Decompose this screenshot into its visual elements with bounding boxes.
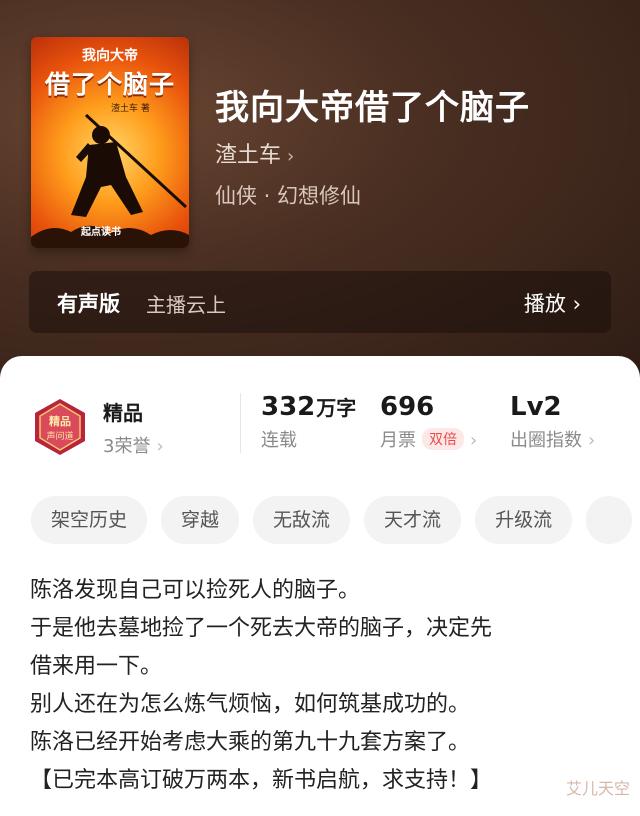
double-badge: 双倍 xyxy=(422,428,464,450)
tag-chip[interactable]: 架空历史 xyxy=(31,496,148,544)
tag-chip[interactable]: 无敌流 xyxy=(253,496,351,544)
quality-badge-icon[interactable]: 精品 声问道 xyxy=(30,397,90,457)
book-title: 我向大帝借了个脑子 xyxy=(215,88,530,128)
cover-author: 渣土车 著 xyxy=(111,104,150,114)
monthly-ticket-value: 696 xyxy=(380,392,435,422)
popularity-level: Lv2 xyxy=(510,392,562,422)
description-line: 陈洛已经开始考虑大乘的第九十九套方案了。 xyxy=(30,730,471,755)
cover-publisher: 起点读书 xyxy=(81,227,121,238)
cover-title-big: 借了个脑子 xyxy=(44,70,175,99)
chevron-right-icon: › xyxy=(156,436,164,457)
divider xyxy=(240,393,241,453)
description-line: 借来用一下。 xyxy=(30,654,163,679)
tag-chip[interactable]: 天才流 xyxy=(364,496,462,544)
tag-list: 架空历史 穿越 无敌流 天才流 升级流 xyxy=(31,496,640,544)
quality-label: 精品 xyxy=(103,401,143,425)
stat-monthly-tickets[interactable]: 696 月票 双倍 › xyxy=(380,392,477,452)
description-line: 别人还在为怎么炼气烦恼，如何筑基成功的。 xyxy=(30,692,471,717)
tag-chip[interactable]: 升级流 xyxy=(475,496,573,544)
play-button[interactable]: 播放 › xyxy=(524,288,581,318)
book-description[interactable]: 陈洛发现自己可以捡死人的脑子。 于是他去墓地捡了一个死去大帝的脑子，决定先 借来… xyxy=(30,572,630,800)
honors-link[interactable]: 3荣誉 › xyxy=(103,432,164,458)
audio-version-bar[interactable]: 有声版 主播云上 播放 › xyxy=(29,271,611,333)
author-name: 渣土车 xyxy=(215,143,282,168)
audio-narrator: 主播云上 xyxy=(146,293,226,317)
status-label: 连载 xyxy=(261,430,297,451)
cover-title-small: 我向大帝 xyxy=(82,48,138,64)
audio-label: 有声版 xyxy=(57,292,120,316)
watermark: 艾儿天空 xyxy=(565,779,630,798)
stat-word-count: 332万字 连载 xyxy=(261,392,356,452)
word-count-unit: 万字 xyxy=(316,396,357,420)
chevron-right-icon: › xyxy=(470,430,478,451)
description-line: 陈洛发现自己可以捡死人的脑子。 xyxy=(30,578,361,603)
description-line: 于是他去墓地捡了一个死去大帝的脑子，决定先 xyxy=(30,616,493,641)
svg-text:精品: 精品 xyxy=(49,414,71,428)
tag-chip[interactable]: 穿越 xyxy=(161,496,240,544)
description-line: 【已完本高订破万两本，新书启航，求支持！】 xyxy=(30,768,493,793)
author-link[interactable]: 渣土车 › xyxy=(215,137,294,169)
chevron-right-icon: › xyxy=(287,146,295,167)
book-genre: 仙侠 · 幻想修仙 xyxy=(215,184,362,208)
svg-text:声问道: 声问道 xyxy=(46,430,73,442)
word-count-value: 332 xyxy=(261,392,316,422)
monthly-ticket-label: 月票 xyxy=(380,430,416,451)
chevron-right-icon: › xyxy=(588,430,596,451)
popularity-label: 出圈指数 xyxy=(510,430,582,451)
stat-popularity-index[interactable]: Lv2 出圈指数 › xyxy=(510,392,595,452)
honors-count: 3荣誉 xyxy=(103,436,151,457)
book-cover[interactable]: 我向大帝 借了个脑子 渣土车 著 起点读书 xyxy=(31,37,189,248)
tag-chip-partial[interactable] xyxy=(586,496,633,544)
